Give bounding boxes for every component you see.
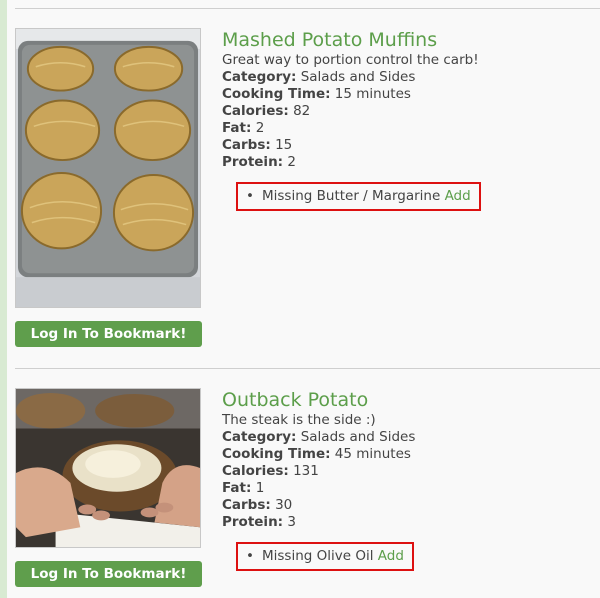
recipe-calories: Calories: 131 (222, 463, 319, 479)
recipe-protein: Protein: 2 (222, 154, 296, 170)
bullet-icon: • (246, 188, 254, 204)
missing-ingredient-item: • Missing Olive Oil Add (236, 542, 414, 571)
recipe-title[interactable]: Outback Potato (222, 388, 600, 412)
recipe-info: Mashed Potato Muffins Great way to porti… (222, 28, 600, 171)
missing-ingredient-text: Missing Olive Oil (262, 548, 374, 564)
recipe-list: Mashed Potato Muffins Great way to porti… (7, 0, 600, 598)
recipe-photo-muffins[interactable] (15, 28, 201, 308)
bookmark-button[interactable]: Log In To Bookmark! (15, 561, 202, 587)
recipe-info: Outback Potato The steak is the side :) … (222, 388, 600, 531)
recipe-carbs: Carbs: 15 (222, 137, 293, 153)
recipe-fat: Fat: 1 (222, 480, 265, 496)
recipe-carbs: Carbs: 30 (222, 497, 293, 513)
recipe-protein: Protein: 3 (222, 514, 296, 530)
recipe-title[interactable]: Mashed Potato Muffins (222, 28, 600, 52)
recipe-fat: Fat: 2 (222, 120, 265, 136)
recipe-cooking-time: Cooking Time: 45 minutes (222, 446, 411, 462)
add-ingredient-link[interactable]: Add (378, 548, 404, 564)
missing-ingredient-text: Missing Butter / Margarine (262, 188, 441, 204)
recipe-category: Category: Salads and Sides (222, 429, 416, 445)
separator (15, 368, 600, 369)
left-sidebar-stripe (0, 0, 7, 598)
recipe-category: Category: Salads and Sides (222, 69, 416, 85)
recipe-photo-outback-potato[interactable] (15, 388, 201, 548)
recipe-description: Great way to portion control the carb! (222, 52, 479, 68)
add-ingredient-link[interactable]: Add (445, 188, 471, 204)
recipe-cooking-time: Cooking Time: 15 minutes (222, 86, 411, 102)
recipe-description: The steak is the side :) (222, 412, 376, 428)
separator (15, 8, 600, 9)
bookmark-button[interactable]: Log In To Bookmark! (15, 321, 202, 347)
recipe-calories: Calories: 82 (222, 103, 311, 119)
missing-ingredient-item: • Missing Butter / Margarine Add (236, 182, 481, 211)
bullet-icon: • (246, 548, 254, 564)
